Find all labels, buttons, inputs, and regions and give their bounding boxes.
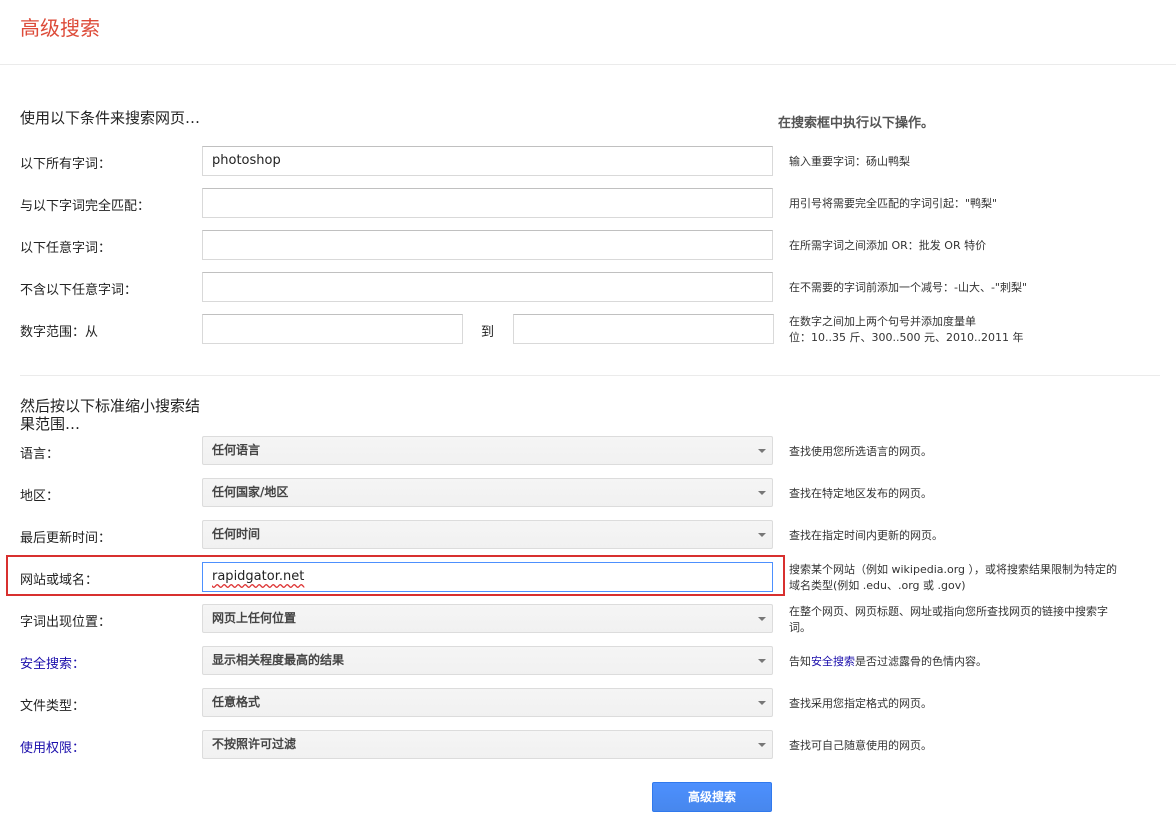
language-row: 语言： 任何语言 查找使用您所选语言的网页。 bbox=[0, 436, 1176, 466]
all-words-label: 以下所有字词： bbox=[20, 157, 112, 172]
any-words-hint: 在所需字词之间添加 OR：批发 OR 特价 bbox=[789, 239, 987, 252]
hints-heading: 在搜索框中执行以下操作。 bbox=[778, 116, 935, 131]
file-type-label: 文件类型： bbox=[20, 699, 86, 714]
terms-appear-hint-line2: 词。 bbox=[789, 621, 811, 634]
number-range-to-input[interactable] bbox=[513, 314, 774, 344]
site-domain-hint-line1: 搜索某个网站（例如 wikipedia.org ），或将搜索结果限制为特定的 bbox=[789, 563, 1118, 576]
language-selected: 任何语言 bbox=[212, 443, 261, 457]
safesearch-link[interactable]: 安全搜索： bbox=[20, 653, 85, 672]
none-words-row: 不含以下任意字词： 在不需要的字词前添加一个减号：-山大、-"刺梨" bbox=[0, 272, 1176, 302]
number-range-to-label: 到 bbox=[481, 325, 495, 340]
any-words-input[interactable] bbox=[202, 230, 773, 260]
safesearch-select[interactable]: 显示相关程度最高的结果 bbox=[202, 646, 773, 675]
any-words-row: 以下任意字词： 在所需字词之间添加 OR：批发 OR 特价 bbox=[0, 230, 1176, 260]
safesearch-hint-link[interactable]: 安全搜索 bbox=[811, 655, 855, 668]
language-select[interactable]: 任何语言 bbox=[202, 436, 773, 465]
chevron-down-icon bbox=[758, 659, 766, 663]
all-words-input[interactable]: photoshop bbox=[202, 146, 773, 176]
terms-appear-label: 字词出现位置： bbox=[20, 615, 112, 630]
safesearch-hint-post: 是否过滤露骨的色情内容。 bbox=[855, 655, 987, 668]
all-words-hint: 输入重要字词：砀山鸭梨 bbox=[789, 155, 910, 168]
header-divider bbox=[0, 64, 1176, 65]
file-type-selected: 任意格式 bbox=[212, 695, 261, 709]
region-hint: 查找在特定地区发布的网页。 bbox=[789, 487, 932, 500]
safesearch-hint: 告知安全搜索是否过滤露骨的色情内容。 bbox=[789, 654, 1161, 670]
section2-heading: 然后按以下标准缩小搜索结果范围… bbox=[20, 397, 201, 433]
exact-phrase-row: 与以下字词完全匹配： 用引号将需要完全匹配的字词引起："鸭梨" bbox=[0, 188, 1176, 218]
section1-heading: 使用以下条件来搜索网页… bbox=[20, 109, 201, 127]
language-hint: 查找使用您所选语言的网页。 bbox=[789, 445, 932, 458]
terms-appear-hint: 在整个网页、网页标题、网址或指向您所查找网页的链接中搜索字 词。 bbox=[789, 604, 1161, 636]
section-divider bbox=[20, 375, 1160, 376]
terms-appear-hint-line1: 在整个网页、网页标题、网址或指向您所查找网页的链接中搜索字 bbox=[789, 605, 1108, 618]
number-range-row: 数字范围：从 到 在数字之间加上两个句号并添加度量单 位：10..35 斤、30… bbox=[0, 314, 1176, 344]
number-range-hint: 在数字之间加上两个句号并添加度量单 位：10..35 斤、300..500 元、… bbox=[789, 314, 1161, 346]
number-range-from-input[interactable] bbox=[202, 314, 463, 344]
none-words-hint: 在不需要的字词前添加一个减号：-山大、-"刺梨" bbox=[789, 281, 1028, 294]
site-domain-hint: 搜索某个网站（例如 wikipedia.org ），或将搜索结果限制为特定的 域… bbox=[789, 562, 1161, 594]
last-update-select[interactable]: 任何时间 bbox=[202, 520, 773, 549]
all-words-row: 以下所有字词： photoshop 输入重要字词：砀山鸭梨 bbox=[0, 146, 1176, 176]
last-update-row: 最后更新时间： 任何时间 查找在指定时间内更新的网页。 bbox=[0, 520, 1176, 550]
safesearch-hint-pre: 告知 bbox=[789, 655, 811, 668]
number-range-hint-line2: 位：10..35 斤、300..500 元、2010..2011 年 bbox=[789, 331, 1024, 344]
usage-rights-select[interactable]: 不按照许可过滤 bbox=[202, 730, 773, 759]
number-range-label: 数字范围：从 bbox=[20, 325, 99, 340]
terms-appear-row: 字词出现位置： 网页上任何位置 在整个网页、网页标题、网址或指向您所查找网页的链… bbox=[0, 604, 1176, 634]
safesearch-selected: 显示相关程度最高的结果 bbox=[212, 653, 345, 667]
usage-rights-row: 使用权限： 不按照许可过滤 查找可自己随意使用的网页。 bbox=[0, 730, 1176, 760]
site-domain-hint-line2: 域名类型(例如 .edu、.org 或 .gov) bbox=[789, 579, 966, 592]
terms-appear-selected: 网页上任何位置 bbox=[212, 611, 297, 625]
exact-phrase-label: 与以下字词完全匹配： bbox=[20, 199, 151, 214]
exact-phrase-hint: 用引号将需要完全匹配的字词引起："鸭梨" bbox=[789, 197, 998, 210]
usage-rights-hint: 查找可自己随意使用的网页。 bbox=[789, 739, 932, 752]
number-range-hint-line1: 在数字之间加上两个句号并添加度量单 bbox=[789, 315, 976, 328]
language-label: 语言： bbox=[20, 447, 60, 462]
file-type-hint: 查找采用您指定格式的网页。 bbox=[789, 697, 932, 710]
chevron-down-icon bbox=[758, 533, 766, 537]
none-words-label: 不含以下任意字词： bbox=[20, 283, 138, 298]
chevron-down-icon bbox=[758, 701, 766, 705]
last-update-hint: 查找在指定时间内更新的网页。 bbox=[789, 529, 943, 542]
file-type-select[interactable]: 任意格式 bbox=[202, 688, 773, 717]
region-selected: 任何国家/地区 bbox=[212, 485, 289, 499]
file-type-row: 文件类型： 任意格式 查找采用您指定格式的网页。 bbox=[0, 688, 1176, 718]
chevron-down-icon bbox=[758, 617, 766, 621]
region-row: 地区： 任何国家/地区 查找在特定地区发布的网页。 bbox=[0, 478, 1176, 508]
terms-appear-select[interactable]: 网页上任何位置 bbox=[202, 604, 773, 633]
usage-rights-link[interactable]: 使用权限： bbox=[20, 737, 85, 756]
last-update-label: 最后更新时间： bbox=[20, 531, 112, 546]
safesearch-row: 安全搜索： 显示相关程度最高的结果 告知安全搜索是否过滤露骨的色情内容。 bbox=[0, 646, 1176, 676]
exact-phrase-input[interactable] bbox=[202, 188, 773, 218]
any-words-label: 以下任意字词： bbox=[20, 241, 112, 256]
usage-rights-selected: 不按照许可过滤 bbox=[212, 737, 297, 751]
advanced-search-button[interactable]: 高级搜索 bbox=[652, 782, 772, 812]
highlight-box bbox=[6, 555, 785, 596]
region-label: 地区： bbox=[20, 489, 60, 504]
chevron-down-icon bbox=[758, 491, 766, 495]
none-words-input[interactable] bbox=[202, 272, 773, 302]
region-select[interactable]: 任何国家/地区 bbox=[202, 478, 773, 507]
last-update-selected: 任何时间 bbox=[212, 527, 261, 541]
page-title: 高级搜索 bbox=[20, 16, 100, 40]
chevron-down-icon bbox=[758, 743, 766, 747]
chevron-down-icon bbox=[758, 449, 766, 453]
